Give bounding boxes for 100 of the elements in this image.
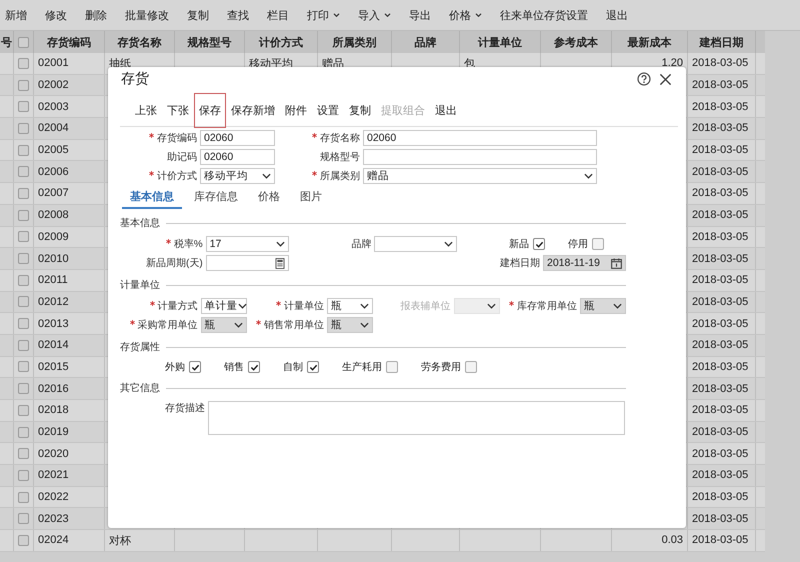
toolbar-button[interactable]: 设置 [312,98,344,123]
input-field[interactable]: 02060 [200,149,275,165]
row-checkbox[interactable] [18,404,29,416]
toolbar-button[interactable]: 导出 [400,8,440,22]
row-checkbox[interactable] [18,80,29,91]
row-checkbox[interactable] [18,318,29,330]
select-field[interactable] [374,236,458,252]
toolbar-button[interactable]: 新增 [0,8,36,22]
row-checkbox[interactable] [18,470,29,481]
calculator-icon[interactable] [274,258,285,268]
toolbar-button[interactable]: 退出 [430,98,462,123]
toolbar-button[interactable]: 下张 [162,98,194,123]
select-all-checkbox[interactable] [18,36,29,48]
checkbox[interactable] [533,238,545,250]
row-checkbox[interactable] [18,144,29,156]
row-checkbox[interactable] [18,361,29,372]
row-checkbox[interactable] [18,122,29,134]
select-field[interactable]: 17 [206,236,289,252]
tab[interactable]: 基本信息 [122,188,182,209]
input-field[interactable] [206,255,289,271]
row-checkbox[interactable] [18,231,29,242]
table-cell: 02008 [38,209,69,222]
field-label: 税率% [166,237,205,251]
checkbox[interactable] [465,361,477,373]
table-cell: 02001 [38,57,69,70]
table-cell: 02007 [38,187,69,200]
toolbar-button[interactable]: 查找 [218,8,258,22]
toolbar-button[interactable]: 复制 [178,8,218,22]
toolbar-button[interactable]: 上张 [130,98,162,123]
table-cell: 2018-03-05 [692,382,748,395]
toolbar-button[interactable]: 批量修改 [116,8,178,22]
toolbar-button[interactable]: 打印 [298,8,349,22]
select-field[interactable]: 瓶 [200,317,246,333]
required-icon [256,320,261,325]
toolbar-button[interactable]: 修改 [36,8,76,22]
tab[interactable]: 图片 [292,188,330,209]
input-field[interactable] [363,149,597,165]
row-checkbox[interactable] [18,492,29,503]
date-field[interactable]: 2018-11-19 [543,255,626,271]
tab[interactable]: 库存信息 [186,188,246,209]
field-label: 库存常用单位 [509,299,579,313]
table-cell: 02009 [38,230,69,243]
checkbox[interactable] [248,361,260,373]
toolbar-button[interactable]: 保存 [194,93,226,128]
table-cell: 1.20 [662,57,683,70]
checkbox-label: 生产耗用 [342,360,382,374]
toolbar-button[interactable]: 附件 [280,98,312,123]
select-field[interactable]: 瓶 [327,298,373,314]
toolbar-button[interactable]: 导入 [349,8,400,22]
select-field[interactable]: 瓶 [327,317,373,333]
help-icon[interactable] [637,72,651,86]
toolbar-button[interactable]: 价格 [440,8,491,22]
calendar-icon[interactable] [611,258,622,268]
table-cell: 2018-03-05 [692,491,748,504]
toolbar-button[interactable]: 复制 [344,98,376,123]
text-area[interactable] [208,401,625,435]
toolbar-button[interactable]: 退出 [597,8,637,22]
required-icon [276,301,281,306]
row-checkbox[interactable] [18,210,29,221]
select-field[interactable]: 瓶 [580,298,626,314]
toolbar-button[interactable]: 删除 [76,8,116,22]
row-checkbox[interactable] [18,166,29,178]
tab[interactable]: 价格 [250,188,288,209]
row-checkbox[interactable] [18,340,29,351]
row-checkbox[interactable] [18,58,29,69]
table-cell: 2018-03-05 [692,230,748,243]
row-checkbox[interactable] [18,296,29,308]
close-icon[interactable] [659,72,672,86]
row-checkbox[interactable] [18,383,29,394]
checkbox-label: 劳务费用 [421,360,461,374]
field-label: 计价方式 [120,169,200,183]
select-field[interactable]: 单计量 [200,298,246,314]
row-checkbox[interactable] [18,101,29,112]
row-checkbox[interactable] [18,426,29,438]
table-cell: 02023 [38,512,69,525]
row-checkbox[interactable] [18,513,29,524]
table-cell: 2018-03-05 [692,187,748,200]
checkbox[interactable] [307,361,319,373]
row-checkbox[interactable] [18,188,29,199]
table-row[interactable]: 02024 对杯 0.03 2018-03-05 [0,530,765,552]
input-field[interactable]: 02060 [363,130,597,146]
select-field[interactable]: 移动平均 [200,168,275,184]
required-icon [509,301,514,306]
select-field[interactable]: 赠品 [363,168,597,184]
checkbox[interactable] [386,361,398,373]
input-field[interactable]: 02060 [200,130,275,146]
toolbar-button[interactable]: 栏目 [258,8,298,22]
toolbar-button[interactable]: 保存新增 [226,98,280,123]
section-title: 存货属性 [120,340,160,354]
row-checkbox[interactable] [18,448,29,460]
toolbar-button[interactable]: 往来单位存货设置 [491,8,597,22]
row-checkbox[interactable] [18,274,29,286]
table-cell: 02006 [38,166,69,178]
required-icon [149,133,154,138]
row-checkbox[interactable] [18,534,29,546]
field-label: 助记码 [166,150,198,164]
row-checkbox[interactable] [18,253,29,264]
checkbox[interactable] [592,238,604,250]
checkbox[interactable] [189,361,201,373]
chevron-icon [444,241,454,247]
